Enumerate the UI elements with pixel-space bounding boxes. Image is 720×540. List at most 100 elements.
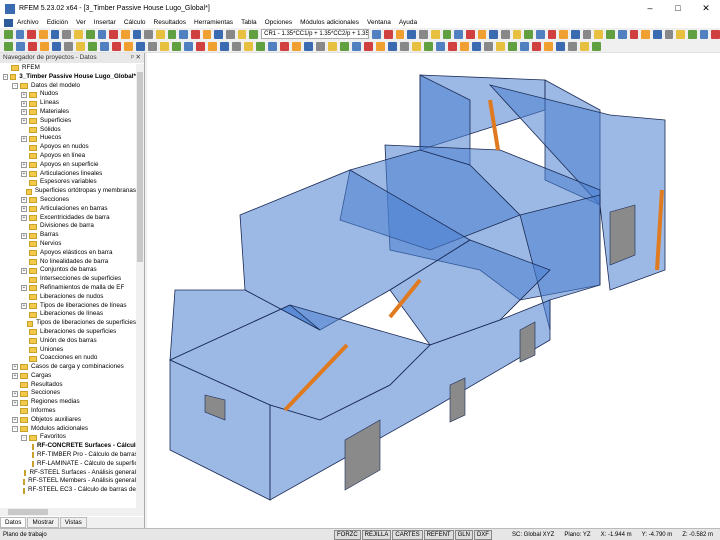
toolbar-button-icon[interactable] (304, 41, 313, 51)
toolbar-button-icon[interactable] (407, 29, 417, 39)
toolbar-button-icon[interactable] (214, 29, 224, 39)
toolbar-button-icon[interactable] (124, 41, 133, 51)
toolbar-button-icon[interactable] (512, 29, 522, 39)
tree-item[interactable]: Intersecciones de superficies (0, 275, 136, 284)
toolbar-button-icon[interactable] (520, 41, 529, 51)
toolbar-button-icon[interactable] (184, 41, 193, 51)
toolbar-button-icon[interactable] (568, 41, 577, 51)
expand-icon[interactable]: + (21, 285, 27, 292)
tree-item[interactable]: + Materiales (0, 108, 136, 117)
toolbar-button-icon[interactable] (384, 29, 393, 39)
tree-item[interactable]: RF-CONCRETE Surfaces - Cálculo (0, 442, 136, 451)
tree-item[interactable]: No linealidades de barra (0, 258, 136, 267)
toolbar-button-icon[interactable] (268, 41, 277, 51)
toolbar-button-icon[interactable] (376, 41, 385, 51)
tree-item[interactable]: Unión de dos barras (0, 337, 136, 346)
collapse-icon[interactable]: - (3, 74, 8, 81)
tree-item[interactable]: + Superficies (0, 117, 136, 126)
toolbar-button-icon[interactable] (191, 29, 200, 39)
toolbar-button-icon[interactable] (436, 41, 445, 51)
toolbar-button-icon[interactable] (52, 41, 61, 51)
expand-icon[interactable]: + (21, 100, 27, 107)
expand-icon[interactable]: + (12, 399, 18, 406)
toolbar-button-icon[interactable] (144, 29, 153, 39)
tree-item[interactable]: - Módulos adicionales (0, 425, 136, 434)
toolbar-button-icon[interactable] (664, 29, 674, 39)
tree-item[interactable]: + Articulaciones en barras (0, 205, 136, 214)
3d-model-viewport[interactable] (147, 53, 720, 528)
toolbar-button-icon[interactable] (196, 41, 205, 51)
toolbar-button-icon[interactable] (372, 29, 382, 39)
menu-item[interactable]: Ventana (367, 19, 391, 26)
expand-icon[interactable]: + (21, 302, 27, 309)
expand-icon[interactable]: + (12, 417, 18, 424)
menu-item[interactable]: Archivo (17, 19, 39, 26)
toolbar-button-icon[interactable] (62, 29, 72, 39)
tree-item[interactable]: + Secciones (0, 196, 136, 205)
menu-item[interactable]: Edición (47, 19, 68, 26)
tree-item[interactable]: Apoyos en línea (0, 152, 136, 161)
tree-item[interactable]: + Articulaciones lineales (0, 170, 136, 179)
tree-item[interactable]: Apoyos en nudos (0, 143, 136, 152)
menu-item[interactable]: Módulos adicionales (300, 19, 359, 26)
tree-item[interactable]: Nervios (0, 240, 136, 249)
expand-icon[interactable]: + (21, 162, 27, 169)
status-toggle-forzc[interactable]: FORZC (334, 529, 361, 540)
toolbar-button-icon[interactable] (699, 29, 709, 39)
tree-item[interactable]: RF-TIMBER Pro - Cálculo de barras (0, 451, 136, 460)
tree-item[interactable]: Liberaciones de nudos (0, 293, 136, 302)
toolbar-button-icon[interactable] (256, 41, 265, 51)
collapse-icon[interactable]: - (12, 82, 18, 89)
expand-icon[interactable]: + (21, 170, 27, 177)
toolbar-button-icon[interactable] (352, 41, 361, 51)
toolbar-button-icon[interactable] (424, 41, 433, 51)
toolbar-button-icon[interactable] (556, 41, 565, 51)
toolbar-button-icon[interactable] (532, 41, 541, 51)
toolbar-button-icon[interactable] (395, 29, 405, 39)
status-toggle-refent[interactable]: REFENT (423, 529, 454, 540)
tree-item[interactable]: + Cargas (0, 372, 136, 381)
tab-datos[interactable]: Datos (0, 517, 27, 528)
menu-item[interactable]: Cálculo (124, 19, 146, 26)
expand-icon[interactable]: + (12, 364, 18, 371)
toolbar-button-icon[interactable] (160, 41, 169, 51)
expand-icon[interactable]: + (21, 109, 27, 116)
tree-item[interactable]: Liberaciones de líneas (0, 310, 136, 319)
toolbar-button-icon[interactable] (4, 41, 13, 51)
tree-item[interactable]: - Datos del modelo (0, 82, 136, 91)
toolbar-button-icon[interactable] (120, 29, 130, 39)
menu-item[interactable]: Ayuda (399, 19, 417, 26)
tree-item[interactable]: Resultados (0, 381, 136, 390)
navigator-pin-close[interactable]: ᵖ ✕ (131, 53, 141, 63)
toolbar-button-icon[interactable] (652, 29, 662, 39)
toolbar-button-icon[interactable] (484, 41, 493, 51)
menu-item[interactable]: Resultados (154, 19, 187, 26)
toolbar-button-icon[interactable] (477, 29, 487, 39)
toolbar-button-icon[interactable] (328, 41, 337, 51)
status-toggle-dxf[interactable]: DXF (473, 529, 492, 540)
toolbar-button-icon[interactable] (27, 29, 37, 39)
toolbar-button-icon[interactable] (676, 29, 685, 39)
toolbar-button-icon[interactable] (629, 29, 639, 39)
toolbar-button-icon[interactable] (88, 41, 97, 51)
expand-icon[interactable]: + (21, 91, 27, 98)
toolbar-button-icon[interactable] (50, 29, 60, 39)
toolbar-button-icon[interactable] (172, 41, 181, 51)
tree-item[interactable]: RF-STEEL EC3 - Cálculo de barras de acer… (0, 486, 136, 495)
tree-item[interactable]: Divisiones de barra (0, 222, 136, 231)
toolbar-button-icon[interactable] (280, 41, 289, 51)
toolbar-button-icon[interactable] (489, 29, 498, 39)
expand-icon[interactable]: + (21, 267, 27, 274)
tree-item[interactable]: + Barras (0, 231, 136, 240)
toolbar-button-icon[interactable] (472, 41, 481, 51)
toolbar-button-icon[interactable] (76, 41, 85, 51)
tree-item[interactable]: RF-LAMINATE - Cálculo de superficies (0, 460, 136, 469)
toolbar-button-icon[interactable] (412, 41, 421, 51)
tree-item[interactable]: RF-STEEL Members - Análisis general (0, 477, 136, 486)
menu-item[interactable]: Opciones (265, 19, 292, 26)
tree-item[interactable]: Sólidos (0, 126, 136, 135)
collapse-icon[interactable]: - (21, 434, 27, 441)
toolbar-button-icon[interactable] (559, 29, 569, 39)
expand-icon[interactable]: + (21, 118, 27, 125)
toolbar-button-icon[interactable] (316, 41, 325, 51)
